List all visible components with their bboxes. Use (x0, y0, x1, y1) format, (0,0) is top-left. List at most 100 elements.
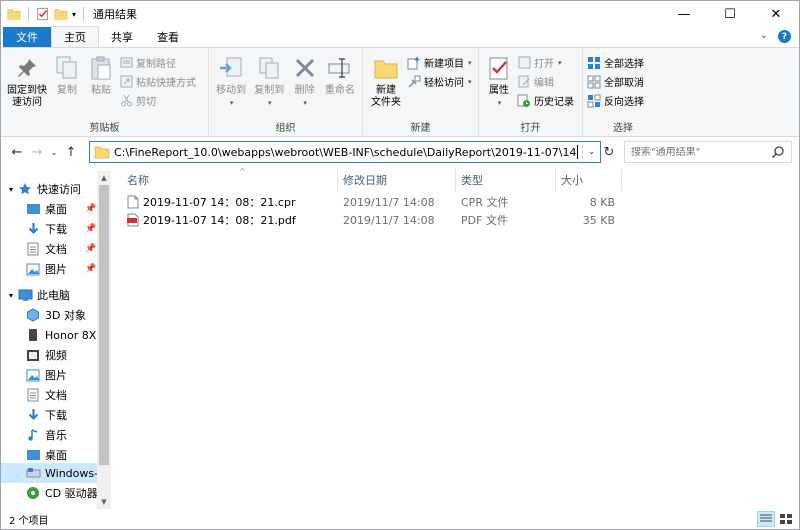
nav-item-label: 视频 (45, 349, 67, 362)
column-header-name[interactable]: 名称 ^ (121, 167, 337, 191)
file-size: 8 KB (589, 195, 615, 209)
file-date: 2019/11/7 14:08 (343, 213, 435, 227)
download-arrow-icon (25, 408, 41, 422)
tab-home[interactable]: 主页 (51, 26, 99, 47)
nav-this-pc-label: 此电脑 (37, 289, 71, 302)
window-title: 通用结果 (93, 8, 138, 21)
scroll-down-arrow-icon[interactable]: ▼ (97, 495, 111, 509)
maximize-button[interactable]: ☐ (707, 1, 753, 27)
group-label-new: 新建 (410, 123, 431, 134)
select-all-label: 全部选择 (604, 59, 644, 70)
search-box[interactable] (624, 141, 792, 163)
computer-icon (17, 288, 33, 302)
star-icon (17, 182, 33, 196)
column-header-name-label: 名称 (127, 174, 149, 187)
expand-ribbon-chevron-icon[interactable]: ⌄ (760, 30, 768, 43)
file-type: PDF 文件 (461, 214, 508, 227)
refresh-icon[interactable]: ↻ (601, 141, 617, 163)
select-none-button[interactable]: 全部取消 (587, 73, 644, 90)
new-item-button[interactable]: 新建项目 ▾ (407, 54, 472, 71)
nav-item-label: 图片 (45, 369, 67, 382)
ribbon-tabs: 文件 主页 共享 查看 ⌄ ? (1, 26, 799, 47)
collapse-chevron-icon[interactable]: ▾ (9, 291, 13, 300)
paste-label: 粘贴 (91, 85, 111, 96)
video-icon (25, 348, 41, 362)
nav-item-label: 文档 (45, 243, 67, 256)
address-input[interactable]: C:\FineReport_10.0\webapps\webroot\WEB-I… (89, 141, 601, 163)
search-icon[interactable] (771, 145, 785, 159)
address-bar-row: ← → ⌄ ↑ C:\FineReport_10.0\webapps\webro… (1, 139, 799, 165)
paste-icon (87, 54, 115, 82)
column-header-size[interactable]: 大小 (555, 169, 621, 191)
delete-label: 删除 ▾ (294, 85, 315, 107)
nav-item-label: 下载 (45, 223, 67, 236)
properties-icon[interactable] (36, 7, 50, 21)
up-arrow-icon[interactable]: ↑ (61, 141, 81, 163)
group-label-open: 打开 (520, 123, 541, 134)
tab-view[interactable]: 查看 (145, 27, 191, 47)
nav-pane-scrollbar[interactable]: ▲ ▼ (97, 171, 111, 509)
copy-to-label: 复制到 ▾ (254, 85, 285, 107)
scissors-icon (119, 94, 133, 108)
paste-shortcut-button[interactable]: 粘贴快捷方式 (119, 73, 196, 90)
group-label-clipboard: 剪贴板 (89, 123, 120, 134)
collapse-chevron-icon[interactable]: ▾ (9, 185, 13, 194)
scrollbar-thumb[interactable] (99, 185, 109, 465)
tab-share[interactable]: 共享 (99, 27, 145, 47)
search-input[interactable] (631, 146, 771, 158)
column-header-type[interactable]: 类型 (455, 169, 555, 191)
invert-selection-button[interactable]: 反向选择 (587, 92, 644, 109)
nav-this-pc[interactable]: ▾ 此电脑 (9, 285, 105, 305)
delete-x-icon (291, 54, 319, 82)
view-toggle (757, 511, 795, 527)
cut-label: 剪切 (136, 97, 156, 108)
nav-item-label: Windows-SSD (45, 466, 97, 480)
move-to-icon (217, 54, 245, 82)
large-icons-view-icon[interactable] (777, 511, 795, 527)
copy-path-button[interactable]: 复制路径 (119, 54, 196, 71)
select-all-icon (587, 56, 601, 70)
easy-access-button[interactable]: 轻松访问 ▾ (407, 73, 472, 90)
edit-label: 编辑 (534, 78, 554, 89)
details-view-icon[interactable] (757, 511, 775, 527)
nav-item-label: 下载 (45, 409, 67, 422)
document-icon (25, 388, 41, 402)
pin-icon: 📌 (85, 244, 97, 254)
back-arrow-icon[interactable]: ← (7, 141, 27, 163)
tab-file[interactable]: 文件 (3, 27, 51, 47)
cut-button[interactable]: 剪切 (119, 92, 196, 109)
nav-pc-windows-ssd[interactable]: Windows-SSD (1, 463, 97, 483)
help-icon[interactable]: ? (778, 30, 791, 43)
forward-arrow-icon[interactable]: → (27, 141, 47, 163)
copy-to-icon (255, 54, 283, 82)
new-item-icon (407, 56, 421, 70)
file-row[interactable]: 2019-11-07 14：08：21.cpr 2019/11/7 14:08 … (121, 193, 721, 211)
new-folder-icon[interactable] (54, 7, 68, 21)
properties-check-icon (485, 54, 513, 82)
select-all-button[interactable]: 全部选择 (587, 54, 644, 71)
toolbar-divider (28, 7, 29, 21)
download-arrow-icon (25, 222, 41, 236)
minimize-button[interactable]: — (661, 1, 707, 27)
history-button[interactable]: 历史记录 (517, 92, 574, 109)
customize-toolbar-chevron-icon[interactable]: ▾ (72, 10, 76, 19)
ribbon: 固定到快 速访问 复制 粘贴 复制路径 粘贴快捷方式 剪切 剪贴板 移动到 ▾ … (1, 47, 799, 137)
column-divider[interactable] (621, 169, 622, 191)
edit-button[interactable]: 编辑 (517, 73, 574, 90)
nav-quick-access[interactable]: ▾ 快速访问 (9, 179, 105, 199)
recent-locations-chevron-icon[interactable]: ⌄ (47, 141, 61, 163)
history-icon (517, 94, 531, 108)
file-list: 名称 ^ 修改日期 类型 大小 2019-11-07 14：08：21.cpr … (111, 165, 799, 509)
group-label-organize: 组织 (275, 123, 296, 134)
sort-ascending-icon: ^ (239, 167, 246, 176)
group-label-select: 选择 (613, 123, 633, 134)
scroll-up-arrow-icon[interactable]: ▲ (97, 171, 111, 185)
address-dropdown-chevron-icon[interactable]: ⌄ (582, 142, 600, 162)
nav-item-label: Honor 8X (45, 328, 97, 342)
close-button[interactable]: ✕ (753, 1, 799, 27)
desktop-icon (25, 448, 41, 462)
file-name: 2019-11-07 14：08：21.pdf (143, 214, 296, 227)
open-button[interactable]: 打开 ▾ (517, 54, 574, 71)
file-row[interactable]: 2019-11-07 14：08：21.pdf 2019/11/7 14:08 … (121, 211, 721, 229)
column-header-date[interactable]: 修改日期 (337, 169, 455, 191)
